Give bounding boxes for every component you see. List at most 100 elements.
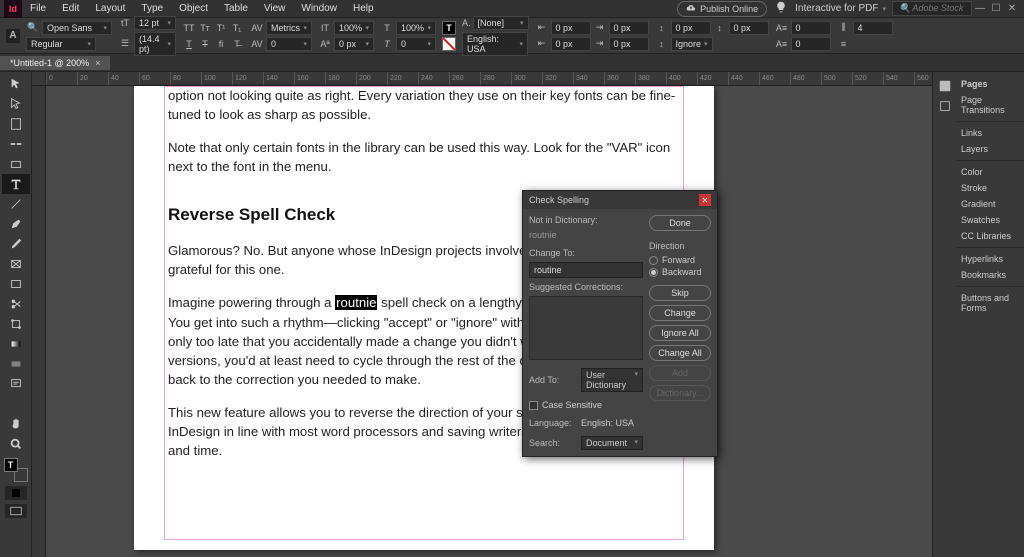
eyedropper-tool[interactable] [2,394,30,414]
gradient-feather-tool[interactable] [2,354,30,374]
direction-backward-radio[interactable]: Backward [649,267,711,277]
suggestions-list[interactable] [529,296,643,360]
vertical-scale-input[interactable]: 100%▾ [334,21,374,35]
canvas[interactable]: 0204060801001201401601802002202402602803… [32,72,932,557]
baseline-shift-input[interactable]: 0 px▾ [334,37,374,51]
panel-buttons-forms[interactable]: Buttons and Forms [957,290,1024,316]
panel-cc-libraries[interactable]: CC Libraries [957,228,1024,244]
char-style-select[interactable]: [None]▾ [473,16,529,30]
zoom-tool[interactable] [2,434,30,454]
menu-object[interactable]: Object [171,3,216,14]
body-text[interactable]: option not looking quite as right. Every… [168,86,680,124]
kerning-select[interactable]: Metrics▾ [266,21,312,35]
space-after-input[interactable]: 0 px [729,21,769,35]
menu-view[interactable]: View [256,3,294,14]
dialog-titlebar[interactable]: Check Spelling ✕ [523,191,717,209]
fill-stroke-swatches[interactable]: T [4,458,28,482]
strikethrough-icon[interactable]: T [198,37,212,51]
body-text[interactable]: Note that only certain fonts in the libr… [168,138,680,176]
font-family-select[interactable]: Open Sans▾ [42,21,112,35]
skip-button[interactable]: Skip [649,285,711,301]
allcaps-icon[interactable]: TT [182,21,196,35]
change-button[interactable]: Change [649,305,711,321]
close-tab-icon[interactable]: × [95,58,100,68]
gap-tool[interactable] [2,134,30,154]
menu-table[interactable]: Table [216,3,256,14]
horizontal-scale-input[interactable]: 100%▾ [396,21,436,35]
type-tool[interactable] [2,174,30,194]
change-to-input[interactable]: routine [529,262,643,278]
menu-layout[interactable]: Layout [87,3,133,14]
page-tool[interactable] [2,114,30,134]
columns-input[interactable]: 4 [853,21,893,35]
ligature-icon[interactable]: fi [214,37,228,51]
menu-type[interactable]: Type [133,3,171,14]
right-indent-input[interactable]: 0 px [609,21,649,35]
dropcap-chars-input[interactable]: 0 [791,37,831,51]
rectangle-frame-tool[interactable] [2,254,30,274]
rectangle-tool[interactable] [2,274,30,294]
panel-bookmarks[interactable]: Bookmarks [957,267,1024,283]
hand-tool[interactable] [2,414,30,434]
line-tool[interactable] [2,194,30,214]
vertical-ruler[interactable] [32,86,46,557]
menu-help[interactable]: Help [345,3,382,14]
leading-input[interactable]: (14.4 pt)▾ [134,32,176,56]
search-scope-select[interactable]: Document▾ [581,436,643,450]
change-all-button[interactable]: Change All [649,345,711,361]
add-to-select[interactable]: User Dictionary▾ [581,368,643,392]
ruler-origin[interactable] [32,72,46,86]
free-transform-tool[interactable] [2,314,30,334]
ignore-all-button[interactable]: Ignore All [649,325,711,341]
space-before-input[interactable]: 0 px [671,21,711,35]
horizontal-ruler[interactable]: 0204060801001201401601802002202402602803… [46,72,932,86]
case-sensitive-checkbox[interactable]: Case Sensitive [529,400,643,410]
char-format-icon[interactable]: A [6,29,20,43]
no-break-icon[interactable]: T̶ [230,37,244,51]
panel-layers[interactable]: Layers [957,141,1024,157]
left-indent-input[interactable]: 0 px [551,21,591,35]
cc-libraries-icon[interactable] [935,96,955,116]
document-tab[interactable]: *Untitled-1 @ 200% × [0,56,110,70]
publish-online-button[interactable]: Publish Online [677,1,767,17]
firstline-indent-input[interactable]: 0 px [551,37,591,51]
panel-pages[interactable]: Pages [957,76,1024,92]
lastline-indent-input[interactable]: 0 px [609,37,649,51]
properties-icon[interactable] [935,76,955,96]
panel-swatches[interactable]: Swatches [957,212,1024,228]
direct-selection-tool[interactable] [2,94,30,114]
apply-color-button[interactable] [5,486,27,500]
panel-color[interactable]: Color [957,164,1024,180]
superscript-icon[interactable]: T¹ [214,21,228,35]
menu-file[interactable]: File [22,3,54,14]
language-select[interactable]: English: USA▾ [462,32,528,56]
content-collector-tool[interactable] [2,154,30,174]
window-close-button[interactable]: ✕ [1004,3,1020,14]
menu-window[interactable]: Window [293,3,345,14]
misspelled-word[interactable]: routnie [335,295,377,310]
smallcaps-icon[interactable]: Tᴛ [198,21,212,35]
para-settings-icon[interactable]: ≡ [837,37,851,51]
font-style-select[interactable]: Regular▾ [26,37,96,51]
gradient-swatch-tool[interactable] [2,334,30,354]
panel-gradient[interactable]: Gradient [957,196,1024,212]
menu-edit[interactable]: Edit [54,3,87,14]
skew-input[interactable]: 0▾ [396,37,436,51]
underline-icon[interactable]: T [182,37,196,51]
scissors-tool[interactable] [2,294,30,314]
screen-mode-button[interactable] [5,504,27,518]
dialog-close-button[interactable]: ✕ [699,194,711,206]
panel-hyperlinks[interactable]: Hyperlinks [957,251,1024,267]
window-minimize-button[interactable]: — [972,3,988,14]
workspace-switcher[interactable]: Interactive for PDF ▾ [795,3,886,14]
window-restore-button[interactable]: ☐ [988,3,1004,14]
panel-page-transitions[interactable]: Page Transitions [957,92,1024,118]
stock-search-input[interactable]: 🔍 Adobe Stock [892,1,972,16]
fill-swatch[interactable]: T [442,21,456,35]
panel-stroke[interactable]: Stroke [957,180,1024,196]
done-button[interactable]: Done [649,215,711,231]
note-tool[interactable] [2,374,30,394]
panel-links[interactable]: Links [957,125,1024,141]
stroke-swatch[interactable] [442,37,456,51]
dropcap-lines-input[interactable]: 0 [791,21,831,35]
